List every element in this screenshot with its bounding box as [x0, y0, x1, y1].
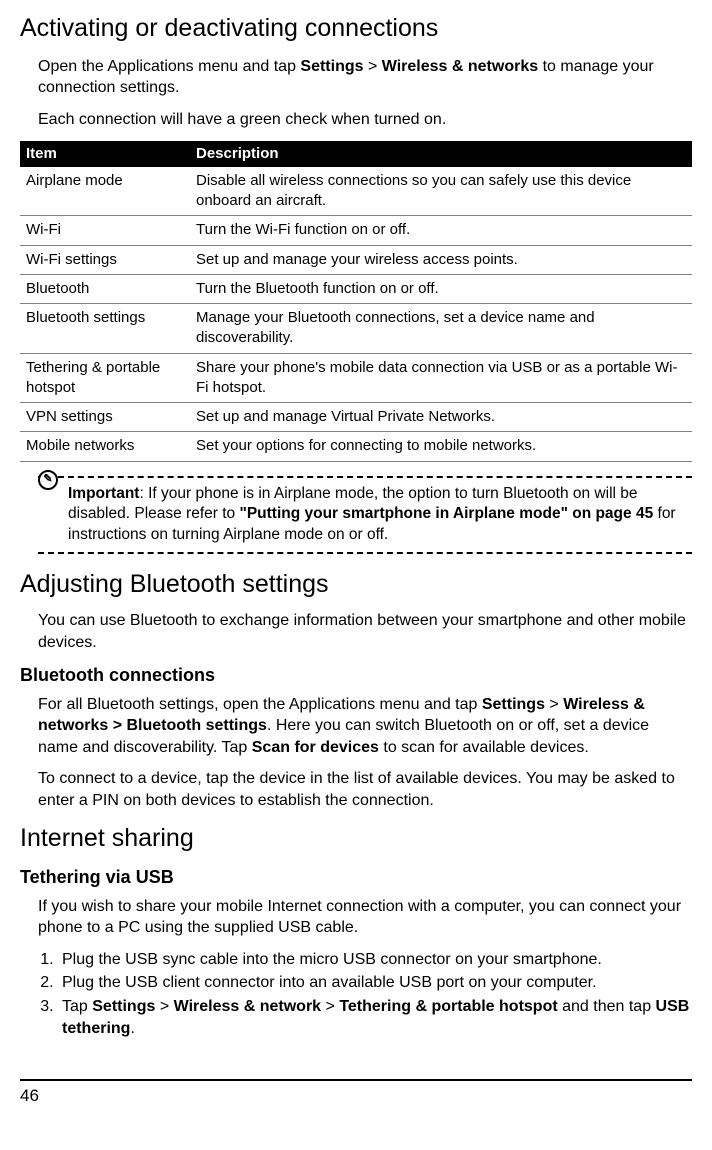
bold-wireless-networks: Wireless & networks	[382, 58, 538, 75]
note-text: Important: If your phone is in Airplane …	[68, 484, 692, 547]
table-cell-desc: Share your phone's mobile data connectio…	[190, 353, 692, 403]
text: Tap	[62, 998, 92, 1015]
text: >	[321, 998, 339, 1015]
adjust-paragraph: You can use Bluetooth to exchange inform…	[38, 610, 692, 653]
table-cell-item: VPN settings	[20, 403, 190, 432]
table-cell-item: Airplane mode	[20, 167, 190, 216]
heading-adjusting-bluetooth: Adjusting Bluetooth settings	[20, 568, 692, 602]
text: Open the Applications menu and tap	[38, 58, 300, 75]
text: to scan for available devices.	[379, 739, 589, 756]
table-cell-desc: Manage your Bluetooth connections, set a…	[190, 304, 692, 354]
table-row: Tethering & portable hotspotShare your p…	[20, 353, 692, 403]
table-row: Wi-FiTurn the Wi-Fi function on or off.	[20, 216, 692, 245]
subheading-tethering-usb: Tethering via USB	[20, 865, 692, 889]
note-crossref: "Putting your smartphone in Airplane mod…	[239, 505, 653, 522]
list-item: Plug the USB client connector into an av…	[58, 972, 692, 994]
connections-table: Item Description Airplane modeDisable al…	[20, 141, 692, 462]
table-cell-item: Bluetooth	[20, 274, 190, 303]
table-cell-item: Bluetooth settings	[20, 304, 190, 354]
table-row: VPN settingsSet up and manage Virtual Pr…	[20, 403, 692, 432]
text: >	[364, 58, 382, 75]
text: For all Bluetooth settings, open the App…	[38, 696, 482, 713]
table-cell-desc: Turn the Bluetooth function on or off.	[190, 274, 692, 303]
table-header-description: Description	[190, 141, 692, 167]
table-row: Airplane modeDisable all wireless connec…	[20, 167, 692, 216]
table-cell-desc: Set your options for connecting to mobil…	[190, 432, 692, 461]
bold-wireless-network: Wireless & network	[174, 998, 321, 1015]
usb-paragraph: If you wish to share your mobile Interne…	[38, 896, 692, 939]
page-number: 46	[20, 1081, 692, 1118]
note-icon: ✎	[38, 470, 58, 490]
table-cell-desc: Disable all wireless connections so you …	[190, 167, 692, 216]
table-cell-desc: Set up and manage Virtual Private Networ…	[190, 403, 692, 432]
usb-steps-list: Plug the USB sync cable into the micro U…	[58, 949, 692, 1039]
table-row: Bluetooth settingsManage your Bluetooth …	[20, 304, 692, 354]
text: >	[155, 998, 173, 1015]
table-row: Wi-Fi settingsSet up and manage your wir…	[20, 245, 692, 274]
table-row: Mobile networksSet your options for conn…	[20, 432, 692, 461]
important-note: ✎ Important: If your phone is in Airplan…	[38, 476, 692, 555]
list-item: Plug the USB sync cable into the micro U…	[58, 949, 692, 971]
table-header-item: Item	[20, 141, 190, 167]
table-row: BluetoothTurn the Bluetooth function on …	[20, 274, 692, 303]
subheading-bluetooth-connections: Bluetooth connections	[20, 663, 692, 687]
table-cell-item: Wi-Fi	[20, 216, 190, 245]
bt-paragraph-2: To connect to a device, tap the device i…	[38, 768, 692, 811]
intro-paragraph-2: Each connection will have a green check …	[38, 109, 692, 131]
heading-internet-sharing: Internet sharing	[20, 822, 692, 856]
text: >	[545, 696, 563, 713]
text: .	[130, 1020, 134, 1037]
bold-settings: Settings	[92, 998, 155, 1015]
text: and then tap	[558, 998, 656, 1015]
bold-tethering: Tethering & portable hotspot	[339, 998, 557, 1015]
bold-scan: Scan for devices	[252, 739, 379, 756]
dashed-rule-bottom	[38, 552, 692, 554]
table-cell-item: Tethering & portable hotspot	[20, 353, 190, 403]
table-cell-desc: Set up and manage your wireless access p…	[190, 245, 692, 274]
note-label: Important	[68, 485, 139, 502]
table-cell-item: Mobile networks	[20, 432, 190, 461]
bold-settings: Settings	[300, 58, 363, 75]
heading-activating: Activating or deactivating connections	[20, 12, 692, 46]
bt-paragraph-1: For all Bluetooth settings, open the App…	[38, 694, 692, 759]
intro-paragraph-1: Open the Applications menu and tap Setti…	[38, 56, 692, 99]
table-cell-desc: Turn the Wi-Fi function on or off.	[190, 216, 692, 245]
list-item: Tap Settings > Wireless & network > Teth…	[58, 996, 692, 1039]
table-cell-item: Wi-Fi settings	[20, 245, 190, 274]
bold-settings: Settings	[482, 696, 545, 713]
